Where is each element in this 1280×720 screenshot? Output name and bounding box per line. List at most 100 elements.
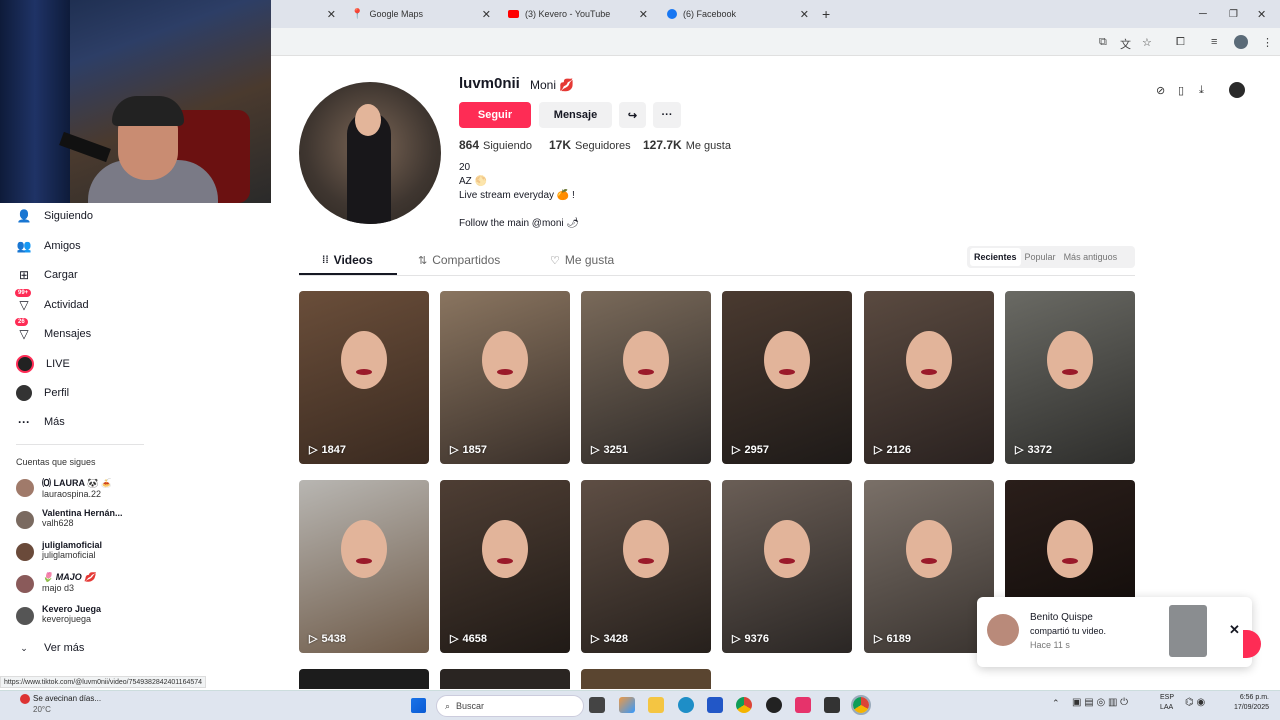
- sidebar-item-messages[interactable]: ▽ 26 Mensajes: [15, 318, 91, 342]
- close-tab-icon[interactable]: ✕: [800, 8, 809, 21]
- video-thumbnail[interactable]: [440, 669, 570, 689]
- sort-option-oldest[interactable]: Más antiguos: [1060, 248, 1122, 266]
- video-thumbnail[interactable]: ▷ 3428: [581, 480, 711, 653]
- stat-following[interactable]: 864 Siguiendo: [459, 138, 532, 152]
- obs-icon[interactable]: [766, 697, 782, 713]
- browser-tab-youtube[interactable]: (3) Kevero - YouTube ✕: [508, 4, 648, 24]
- extensions-icon[interactable]: ⧠: [1176, 36, 1185, 49]
- browser-tab-facebook[interactable]: (6) Facebook ✕: [667, 4, 809, 24]
- stat-value: 127.7K: [643, 138, 682, 152]
- app-icon[interactable]: [824, 697, 840, 713]
- new-tab-button[interactable]: +: [822, 4, 830, 24]
- sidebar-item-activity[interactable]: ▽ 99+ Actividad: [15, 289, 89, 313]
- video-thumbnail[interactable]: [581, 669, 711, 689]
- repost-icon: ⇅: [418, 254, 428, 267]
- close-tab-icon[interactable]: ✕: [327, 8, 336, 21]
- browser-menu-icon[interactable]: ⋮: [1262, 36, 1273, 49]
- video-thumbnail[interactable]: ▷ 2957: [722, 291, 852, 464]
- video-thumbnail[interactable]: ▷ 1857: [440, 291, 570, 464]
- upload-icon: ⊞: [18, 268, 30, 282]
- sidebar-item-more[interactable]: ··· Más: [16, 414, 65, 430]
- close-tab-icon[interactable]: ✕: [482, 8, 491, 21]
- close-notification-icon[interactable]: ✕: [1229, 622, 1240, 638]
- taskbar-search[interactable]: ⌕ Buscar: [436, 695, 584, 717]
- sidebar-item-live[interactable]: LIVE: [16, 355, 70, 373]
- translate-icon[interactable]: 文: [1120, 36, 1131, 52]
- sidebar-item-upload[interactable]: ⊞ Cargar: [16, 267, 78, 283]
- stat-followers[interactable]: 17K Seguidores: [549, 138, 631, 152]
- video-thumbnail[interactable]: ▷ 1847: [299, 291, 429, 464]
- video-thumbnail[interactable]: ▷ 3372: [1005, 291, 1135, 464]
- video-thumbnail[interactable]: ▷ 9376: [722, 480, 852, 653]
- screencast-icon[interactable]: ⧉: [1099, 36, 1107, 49]
- notification-toast[interactable]: Benito Quispe compartió tu video. Hace 1…: [977, 597, 1252, 667]
- sidebar-item-friends[interactable]: 👥 Amigos: [16, 238, 81, 254]
- video-thumbnail[interactable]: ▷ 4658: [440, 480, 570, 653]
- tray-overflow-icon[interactable]: ⌃: [1052, 698, 1060, 709]
- copilot-icon[interactable]: [619, 697, 635, 713]
- view-count: ▷ 2957: [732, 443, 769, 457]
- following-account[interactable]: Valentina Hernán... valh628: [16, 508, 123, 529]
- weather-title[interactable]: Se avecinan días...: [33, 694, 101, 703]
- video-thumbnail[interactable]: ▷ 2126: [864, 291, 994, 464]
- store-icon[interactable]: [707, 697, 723, 713]
- following-account[interactable]: 🌷 MAJO 💋 majo d3: [16, 572, 95, 593]
- chrome-active-icon[interactable]: [851, 695, 871, 715]
- browser-profile-avatar[interactable]: [1234, 35, 1248, 49]
- input-language[interactable]: ESP: [1160, 694, 1174, 701]
- file-explorer-icon[interactable]: [648, 697, 664, 713]
- windows-start-icon[interactable]: [411, 698, 426, 713]
- network-volume-icons[interactable]: ⌬ ◉: [1185, 697, 1205, 708]
- floating-get-app-button[interactable]: [1243, 630, 1261, 658]
- maximize-window-icon[interactable]: ❐: [1229, 4, 1238, 24]
- following-account[interactable]: Kevero Juega keverojuega: [16, 604, 101, 625]
- sort-toggle: Recientes Popular Más antiguos: [967, 246, 1135, 268]
- view-count: ▷ 2126: [874, 443, 911, 457]
- see-more-link[interactable]: ⌄ Ver más: [16, 640, 84, 656]
- browser-tab-google-maps[interactable]: 📍 Google Maps ✕: [351, 4, 491, 24]
- tab-videos[interactable]: ⁞⁞ Videos: [322, 246, 373, 274]
- profile-avatar[interactable]: [299, 82, 441, 224]
- reading-list-icon[interactable]: ≡: [1211, 36, 1217, 48]
- video-thumbnail[interactable]: ▷ 3251: [581, 291, 711, 464]
- edge-icon[interactable]: [678, 697, 694, 713]
- avatar: [16, 511, 34, 529]
- live-studio-icon[interactable]: ⊘: [1156, 84, 1165, 97]
- sidebar-item-profile[interactable]: Perfil: [16, 385, 69, 401]
- task-view-icon[interactable]: [589, 697, 605, 713]
- avatar: [16, 575, 34, 593]
- download-icon[interactable]: ⤓: [1199, 84, 1204, 97]
- tab-liked[interactable]: ♡ Me gusta: [550, 246, 614, 274]
- video-thumbnail[interactable]: [299, 669, 429, 689]
- sort-option-popular[interactable]: Popular: [1021, 248, 1060, 266]
- user-avatar-icon[interactable]: [1229, 82, 1245, 98]
- close-window-icon[interactable]: ✕: [1257, 4, 1266, 24]
- sidebar-item-following[interactable]: 👤 Siguiendo: [16, 208, 93, 224]
- clock-time[interactable]: 6:56 p.m.: [1229, 694, 1269, 701]
- following-account[interactable]: 🄞 LAURA 🐼 🍝 lauraospina.22: [16, 476, 112, 499]
- share-icon[interactable]: ↪: [619, 102, 646, 128]
- bookmark-star-icon[interactable]: ☆: [1142, 36, 1152, 49]
- follow-button[interactable]: Seguir: [459, 102, 531, 128]
- following-account[interactable]: juliglamoficial juliglamoficial: [16, 540, 102, 561]
- video-thumbnail[interactable]: ▷ 6189: [864, 480, 994, 653]
- notification-badge: 99+: [15, 289, 32, 297]
- video-thumbnail[interactable]: ▷ 5438: [299, 480, 429, 653]
- minimize-window-icon[interactable]: ─: [1199, 4, 1207, 24]
- more-options-icon[interactable]: ···: [653, 102, 681, 128]
- sort-option-recent[interactable]: Recientes: [970, 248, 1021, 266]
- browser-tab[interactable]: ✕: [291, 4, 336, 24]
- device-icon[interactable]: ▯: [1178, 84, 1184, 97]
- sidebar-item-label: Perfil: [44, 387, 70, 399]
- message-button[interactable]: Mensaje: [539, 102, 612, 128]
- notification-video-thumbnail: [1169, 605, 1207, 657]
- bio-line: AZ 🌕: [459, 176, 488, 187]
- chrome-icon[interactable]: [736, 697, 752, 713]
- heart-icon: ♡: [550, 254, 560, 267]
- tiktok-live-icon[interactable]: [795, 697, 811, 713]
- tray-icons[interactable]: ▣ ▤ ◎ ▥ ⏻: [1072, 697, 1128, 708]
- tab-reposts[interactable]: ⇅ Compartidos: [418, 246, 500, 274]
- close-tab-icon[interactable]: ✕: [639, 8, 648, 21]
- bio-line: Follow the main @moni 🌶: [459, 218, 580, 229]
- view-count-value: 4658: [462, 632, 487, 645]
